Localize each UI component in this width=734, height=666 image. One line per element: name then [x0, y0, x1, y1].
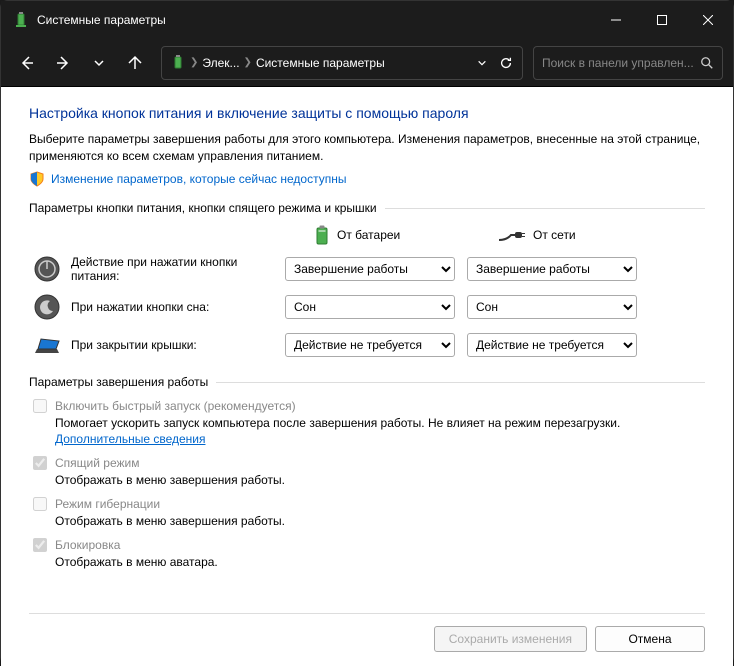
navbar: ❯ Элек... ❯ Системные параметры Поиск в …	[1, 39, 733, 87]
breadcrumb-item[interactable]: Элек...	[198, 56, 243, 70]
power-mains-select[interactable]: Завершение работы	[467, 257, 637, 281]
lid-mains-select[interactable]: Действие не требуется	[467, 333, 637, 357]
plug-icon	[497, 228, 525, 242]
chevron-right-icon: ❯	[190, 57, 198, 68]
more-info-link[interactable]: Дополнительные сведения	[55, 432, 205, 446]
window-title: Системные параметры	[37, 13, 593, 27]
row-power-button: Действие при нажатии кнопки питания:	[33, 255, 273, 283]
save-button[interactable]: Сохранить изменения	[434, 626, 587, 652]
lock-desc: Отображать в меню аватара.	[55, 554, 705, 571]
minimize-button[interactable]	[593, 1, 639, 39]
lock-label: Блокировка	[55, 538, 120, 552]
address-bar[interactable]: ❯ Элек... ❯ Системные параметры	[161, 46, 523, 80]
up-button[interactable]	[119, 47, 151, 79]
sleep-mains-select[interactable]: Сон	[467, 295, 637, 319]
footer: Сохранить изменения Отмена	[29, 613, 705, 652]
sleep-label: Спящий режим	[55, 456, 139, 470]
fast-startup-label: Включить быстрый запуск (рекомендуется)	[55, 399, 296, 413]
address-icon	[170, 55, 186, 71]
section-power-buttons: Параметры кнопки питания, кнопки спящего…	[29, 201, 705, 215]
forward-button[interactable]	[47, 47, 79, 79]
chevron-right-icon: ❯	[244, 57, 252, 68]
fast-startup-desc: Помогает ускорить запуск компьютера посл…	[55, 415, 705, 449]
lid-battery-select[interactable]: Действие не требуется	[285, 333, 455, 357]
row-sleep-button: При нажатии кнопки сна:	[33, 293, 273, 321]
content-area: Настройка кнопок питания и включение защ…	[1, 87, 733, 666]
breadcrumb-item[interactable]: Системные параметры	[252, 56, 389, 70]
hibernate-checkbox[interactable]	[33, 497, 47, 511]
change-settings-link[interactable]: Изменение параметров, которые сейчас нед…	[51, 172, 347, 186]
sleep-checkbox[interactable]	[33, 456, 47, 470]
power-battery-select[interactable]: Завершение работы	[285, 257, 455, 281]
shield-icon	[29, 171, 45, 187]
fast-startup-checkbox[interactable]	[33, 399, 47, 413]
hibernate-label: Режим гибернации	[55, 497, 160, 511]
moon-icon	[33, 293, 61, 321]
search-input[interactable]: Поиск в панели управлен...	[533, 46, 723, 80]
refresh-button[interactable]	[494, 47, 518, 79]
battery-icon	[315, 225, 329, 245]
row-lid-close: При закрытии крышки:	[33, 331, 273, 359]
power-icon	[33, 255, 61, 283]
hibernate-desc: Отображать в меню завершения работы.	[55, 513, 705, 530]
search-icon	[700, 56, 714, 70]
recent-dropdown[interactable]	[83, 47, 115, 79]
cancel-button[interactable]: Отмена	[595, 626, 705, 652]
column-mains: От сети	[467, 228, 637, 242]
back-button[interactable]	[11, 47, 43, 79]
search-placeholder: Поиск в панели управлен...	[542, 56, 700, 70]
titlebar: Системные параметры	[1, 1, 733, 39]
column-battery: От батареи	[285, 225, 455, 245]
page-description: Выберите параметры завершения работы для…	[29, 131, 705, 165]
app-icon	[13, 12, 29, 28]
sleep-battery-select[interactable]: Сон	[285, 295, 455, 319]
page-heading: Настройка кнопок питания и включение защ…	[29, 105, 705, 121]
section-shutdown-params: Параметры завершения работы	[29, 375, 705, 389]
laptop-icon	[33, 331, 61, 359]
sleep-desc: Отображать в меню завершения работы.	[55, 472, 705, 489]
close-button[interactable]	[685, 1, 731, 39]
address-dropdown[interactable]	[470, 47, 494, 79]
maximize-button[interactable]	[639, 1, 685, 39]
lock-checkbox[interactable]	[33, 538, 47, 552]
